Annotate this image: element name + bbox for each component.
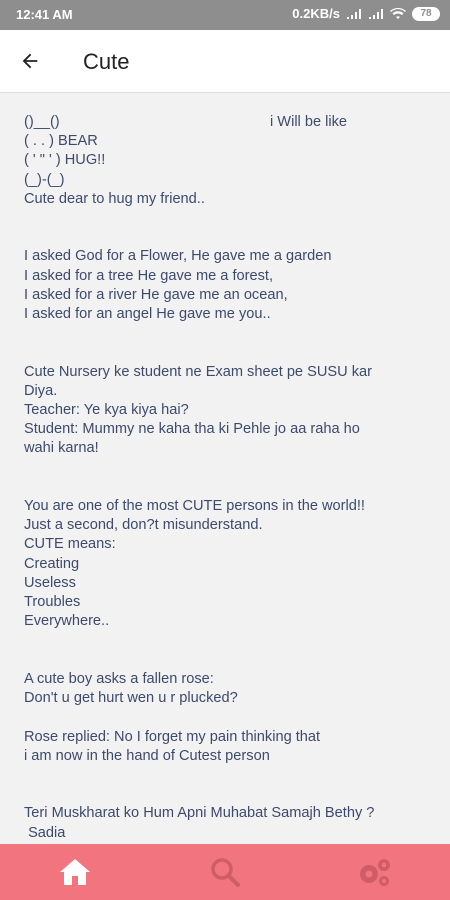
message-text: ()__() ( . . ) BEAR ( ' " ' ) HUG!! (_)-… <box>24 114 375 841</box>
search-icon <box>211 858 240 887</box>
back-button[interactable] <box>14 45 46 77</box>
bottom-nav <box>0 844 450 900</box>
signal-icon <box>347 8 361 19</box>
arrow-left-icon <box>22 53 38 69</box>
wifi-icon <box>390 7 406 19</box>
nav-search-button[interactable] <box>150 844 300 900</box>
nav-home-button[interactable] <box>0 844 150 900</box>
status-icons: 0.2KB/s 78 <box>292 6 440 21</box>
home-icon <box>60 859 90 885</box>
signal-icon <box>369 8 383 19</box>
status-time: 12:41 AM <box>16 7 73 22</box>
battery-level: 78 <box>412 6 440 21</box>
gears-icon <box>360 859 390 886</box>
nav-settings-button[interactable] <box>300 844 450 900</box>
page-title: Cute <box>83 49 130 74</box>
content-scroll[interactable]: ()__() ( . . ) BEAR ( ' " ' ) HUG!! (_)-… <box>0 93 450 843</box>
aside-text: i Will be like <box>270 114 348 130</box>
network-speed: 0.2KB/s <box>292 6 340 21</box>
app-bar: Cute <box>0 30 450 93</box>
status-bar: 12:41 AM 0.2KB/s 78 <box>0 0 450 30</box>
